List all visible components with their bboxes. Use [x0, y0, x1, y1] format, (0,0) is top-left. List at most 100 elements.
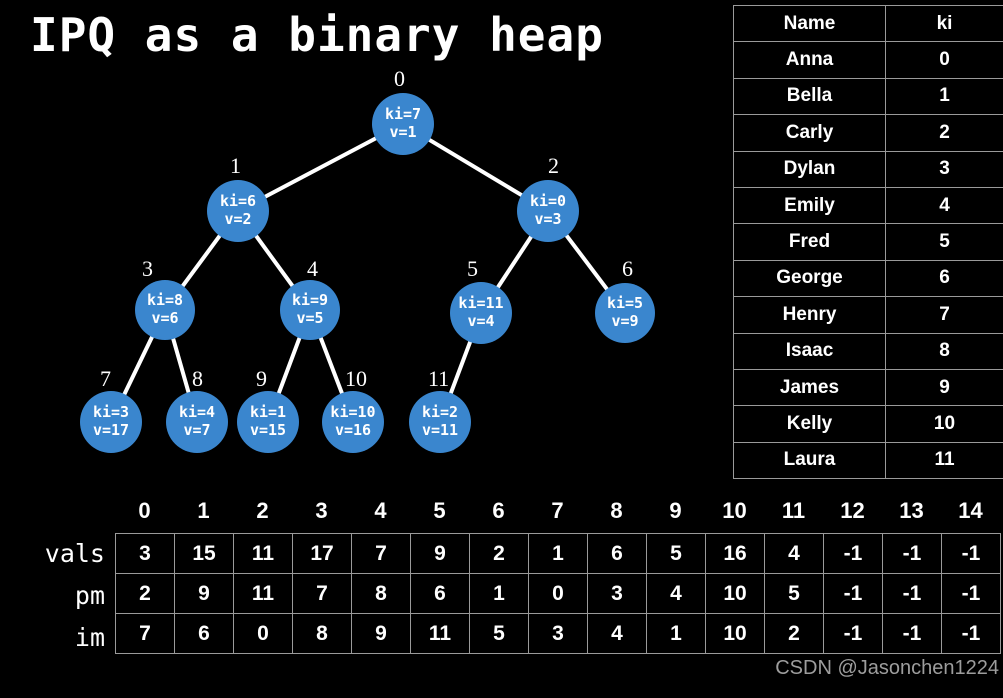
name-ki-table: Name ki Anna 0 Bella 1 Carly 2 Dylan 3 Emily 4 Fred 5…	[733, 4, 1003, 480]
array-cell: 15	[174, 533, 234, 574]
clipped-bottom-text	[115, 688, 875, 698]
table-cell-ki: 4	[885, 186, 1003, 225]
array-cell: -1	[823, 613, 883, 654]
tree-node-index-label: 9	[256, 366, 267, 391]
tree-node-ki: ki=9	[291, 291, 329, 310]
table-cell-ki: 3	[885, 150, 1003, 188]
array-cell: -1	[823, 533, 883, 574]
tree-node-index-label: 11	[428, 366, 450, 391]
array-cell: 3	[528, 613, 588, 654]
table-cell-name: Anna	[733, 41, 886, 79]
name-ki-table-body: Name ki Anna 0 Bella 1 Carly 2 Dylan 3 Emily 4 Fred 5…	[733, 4, 1003, 480]
table-cell-ki: 8	[885, 332, 1003, 370]
array-cell: 17	[292, 533, 352, 574]
tree-edge	[170, 334, 192, 397]
array-cell: 2	[469, 533, 529, 574]
array-column-header: 10	[722, 498, 747, 523]
table-cell-ki: 9	[885, 368, 1003, 407]
tree-node: ki=0 v=3	[517, 180, 579, 242]
table-cell-ki: 5	[885, 223, 1003, 261]
tree-node: ki=7 v=1	[372, 93, 434, 155]
tree-node-ki: ki=6	[219, 192, 257, 211]
table-cell-name: Bella	[733, 77, 886, 116]
tree-node-value: v=2	[224, 210, 252, 228]
array-column-headers: 0 1 2 3 4 5 6 7 8 9 10 11 12 13 14	[115, 494, 1001, 528]
table-row: George 6	[733, 259, 1003, 298]
array-cell: 10	[705, 613, 765, 654]
array-cell: 2	[764, 613, 824, 654]
table-cell-name: George	[733, 259, 886, 298]
array-cell: 8	[351, 573, 411, 614]
array-row: 3 15 11 17 7 9 2 1 6 5 16 4 -1 -1 -1	[115, 533, 1001, 574]
tree-edge	[261, 135, 380, 200]
tree-edge	[253, 232, 296, 290]
array-cell: 1	[469, 573, 529, 614]
table-cell-name: Henry	[733, 296, 886, 334]
array-cell: 9	[351, 613, 411, 654]
table-cell-ki: 2	[885, 114, 1003, 152]
array-column-header: 6	[492, 498, 505, 523]
array-cell: -1	[882, 613, 942, 654]
tree-node-ki: ki=0	[529, 192, 567, 211]
array-cell: 1	[528, 533, 588, 574]
array-cell: 5	[764, 573, 824, 614]
table-cell-ki: 11	[885, 441, 1003, 480]
array-cell: 11	[410, 613, 470, 654]
array-column-header: 1	[197, 498, 210, 523]
tree-node-ki: ki=2	[421, 403, 459, 422]
array-cell: 4	[764, 533, 824, 574]
table-row: Kelly 10	[733, 405, 1003, 443]
array-cell: -1	[941, 613, 1001, 654]
tree-node-value: v=11	[421, 421, 459, 439]
array-cell: 11	[233, 533, 293, 574]
array-column-header: 8	[610, 498, 623, 523]
array-grid: 3 15 11 17 7 9 2 1 6 5 16 4 -1 -1 -1 2 9 11 7 8 6 1 0 3 4 10 5 -1 -1…	[115, 533, 1001, 654]
array-cell: 8	[292, 613, 352, 654]
tree-node-value: v=16	[334, 421, 372, 439]
tree-node-value: v=4	[467, 312, 495, 330]
table-cell-name: Isaac	[733, 332, 886, 370]
tree-node-ki: ki=5	[606, 294, 644, 313]
table-cell-name: James	[733, 368, 886, 407]
tree-node: ki=4 v=7	[166, 391, 228, 453]
tree-edge	[179, 232, 223, 290]
tree-node-ki: ki=8	[146, 291, 184, 310]
array-row-label: pm	[74, 581, 105, 610]
tree-node-index-label: 0	[394, 66, 405, 91]
tree-node-value: v=7	[183, 421, 211, 439]
tree-node: ki=5 v=9	[595, 283, 655, 343]
table-header-row: Name ki	[733, 4, 1003, 43]
tree-node-index-label: 1	[230, 153, 241, 178]
table-row: Bella 1	[733, 77, 1003, 116]
tree-node-ki: ki=10	[330, 403, 376, 422]
array-section: 0 1 2 3 4 5 6 7 8 9 10 11 12 13 14 vals pm im 3 15 11 17 7 9 2…	[0, 492, 1003, 698]
tree-edge	[276, 334, 303, 397]
tree-node-ki: ki=11	[458, 294, 504, 313]
array-cell: 5	[646, 533, 706, 574]
table-header-cell: Name	[733, 4, 886, 43]
table-cell-ki: 10	[885, 405, 1003, 443]
array-cell: 9	[174, 573, 234, 614]
array-cell: 0	[233, 613, 293, 654]
array-column-header: 9	[669, 498, 682, 523]
tree-node-index-label: 10	[345, 366, 367, 391]
array-cell: 7	[115, 613, 175, 654]
tree-node-index-label: 2	[548, 153, 559, 178]
array-column-header: 12	[840, 498, 865, 523]
tree-node-index-label: 8	[192, 366, 203, 391]
table-row: Dylan 3	[733, 150, 1003, 188]
tree-node-value: v=1	[389, 123, 417, 141]
table-cell-ki: 1	[885, 77, 1003, 116]
array-cell: -1	[823, 573, 883, 614]
table-cell-name: Fred	[733, 223, 886, 261]
table-cell-ki: 6	[885, 259, 1003, 298]
array-cell: 2	[115, 573, 175, 614]
array-cell: -1	[941, 533, 1001, 574]
table-header-cell: ki	[885, 4, 1003, 43]
array-column-header: 14	[958, 498, 983, 523]
array-row-label: vals	[44, 539, 105, 568]
tree-node-index-label: 6	[622, 256, 633, 281]
array-cell: 10	[705, 573, 765, 614]
array-row: 7 6 0 8 9 11 5 3 4 1 10 2 -1 -1 -1	[115, 613, 1001, 654]
array-cell: 6	[174, 613, 234, 654]
